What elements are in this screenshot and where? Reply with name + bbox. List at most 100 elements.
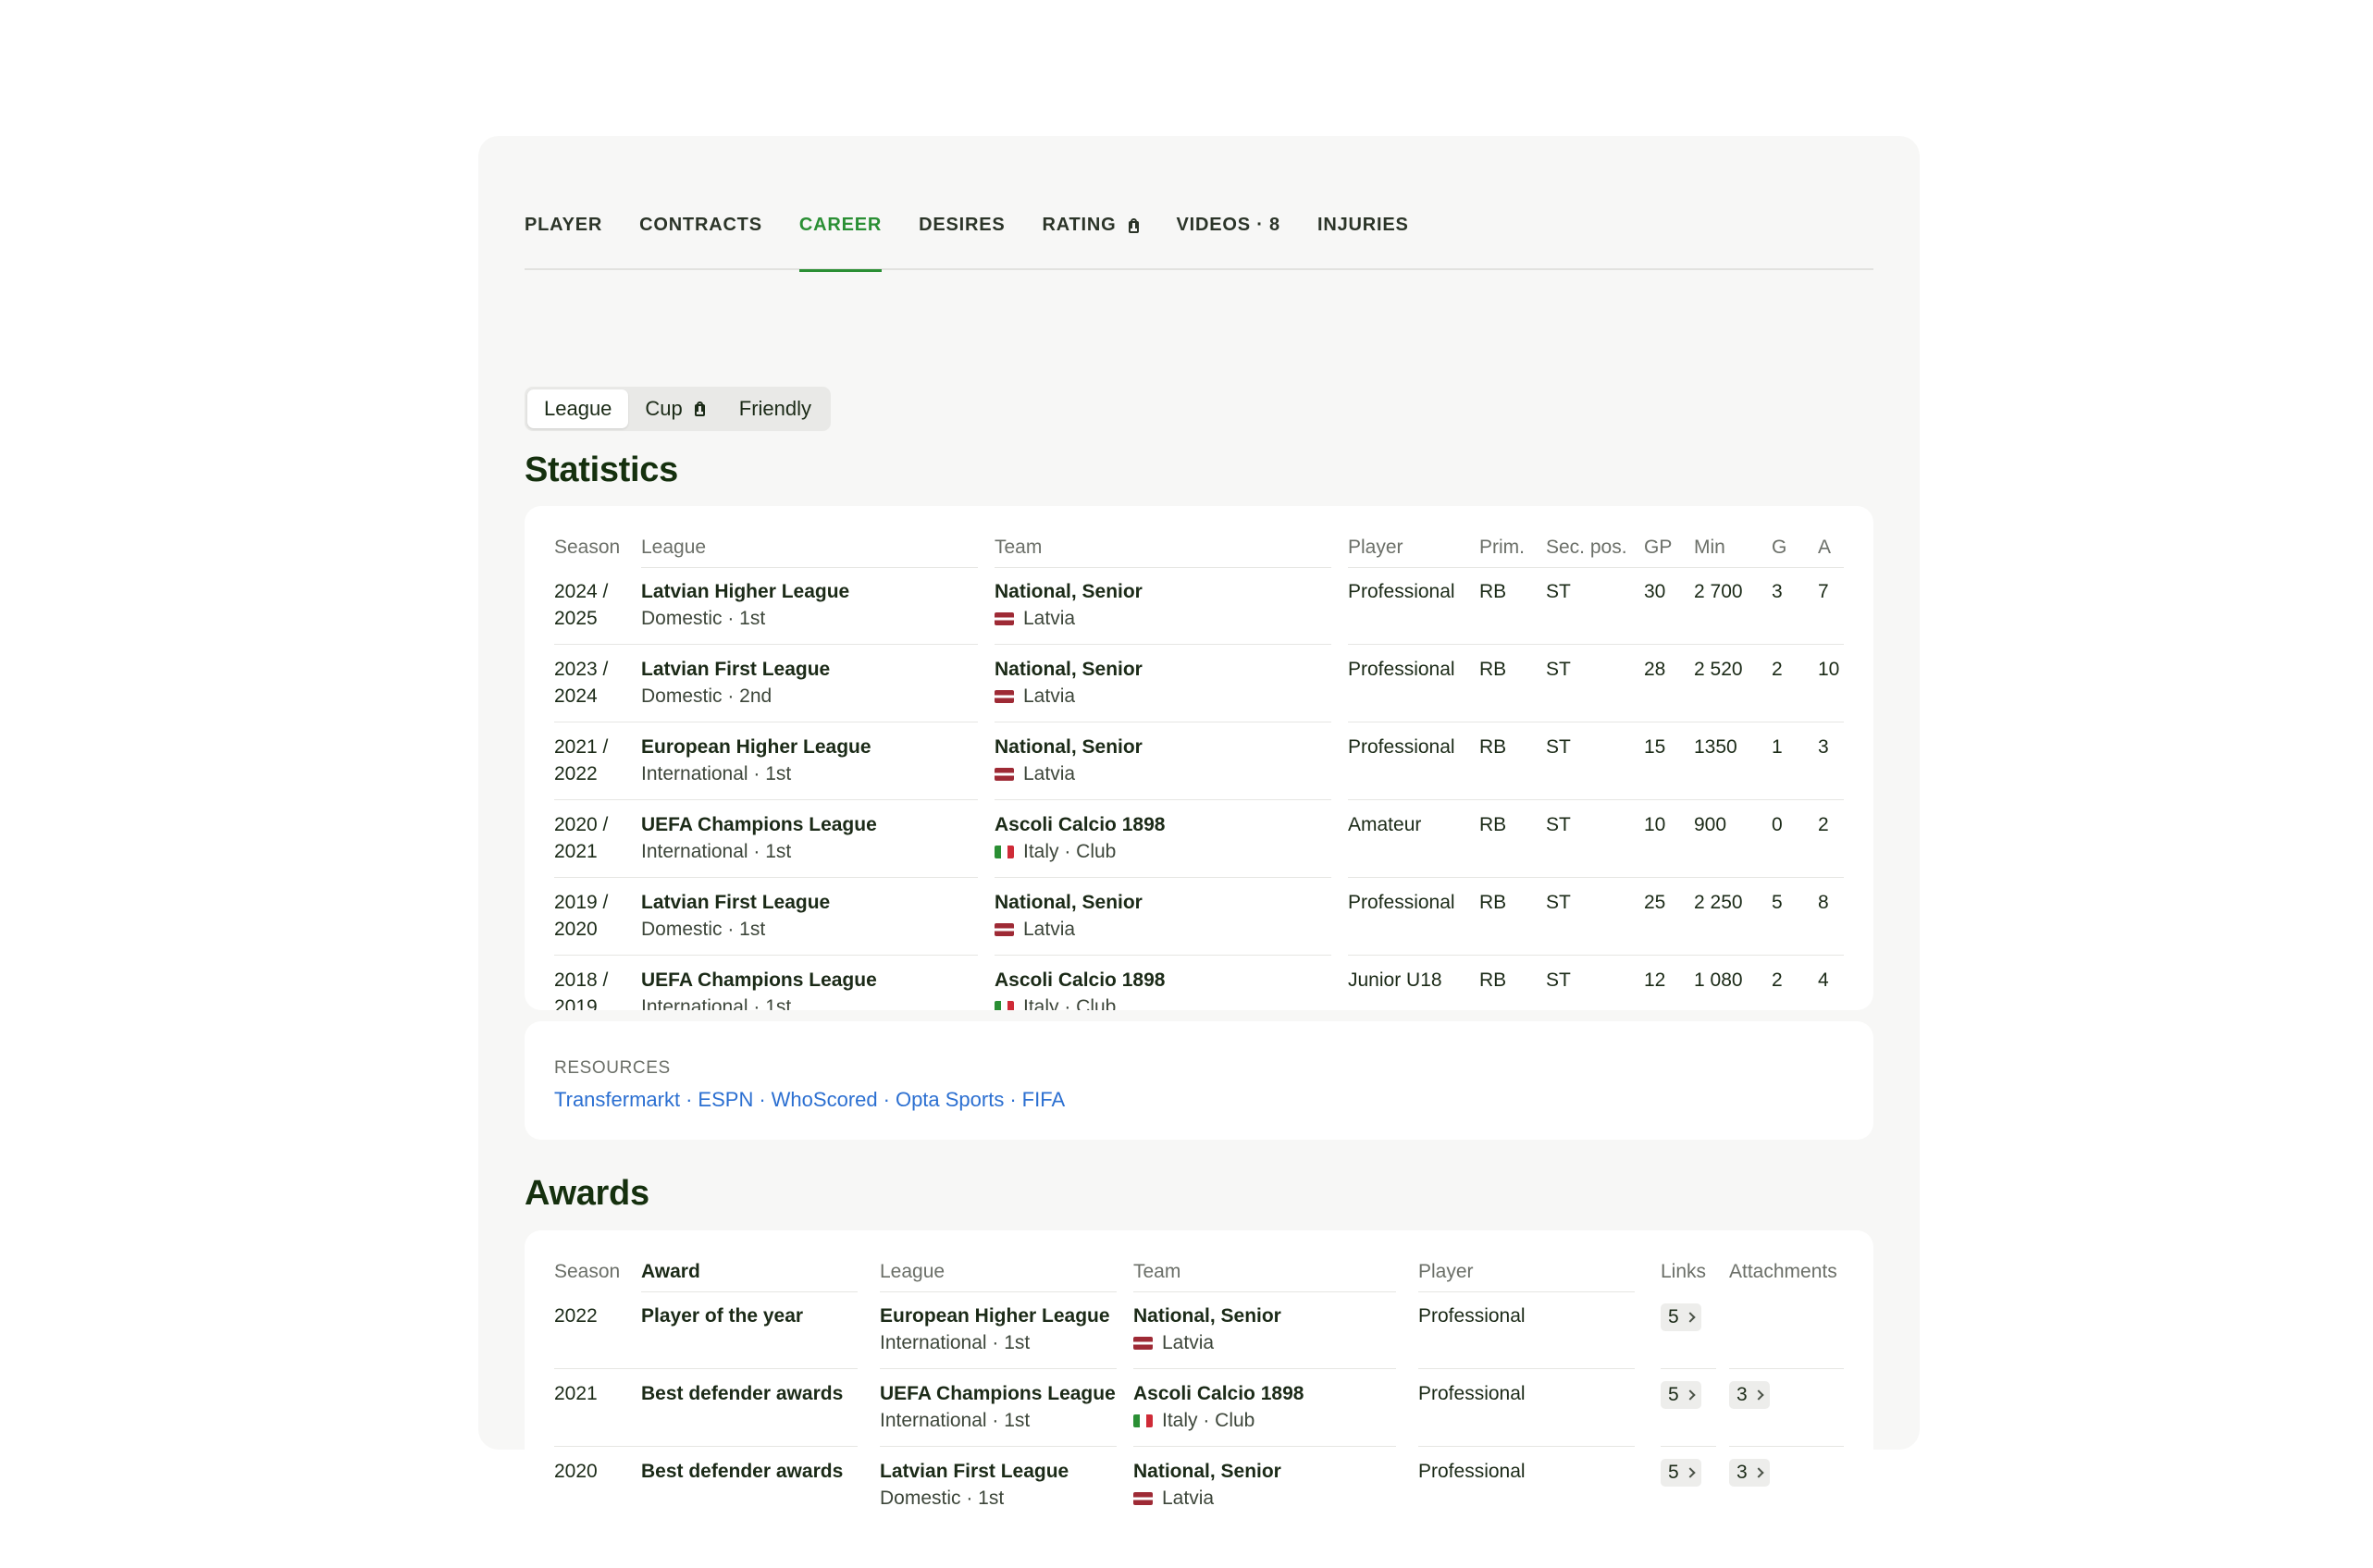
team-name: National, Senior: [1133, 1461, 1281, 1482]
league-name: Latvian First League: [880, 1461, 1069, 1482]
tab-contracts[interactable]: CONTRACTS: [639, 180, 762, 270]
column-header-g: G: [1772, 537, 1787, 558]
links-count-button[interactable]: 5: [1661, 1459, 1701, 1487]
team-country: Latvia: [995, 916, 1075, 943]
latvia-flag-icon: [1133, 1492, 1153, 1505]
row-divider: [554, 877, 978, 878]
latvia-flag-icon: [1133, 1337, 1153, 1350]
statistics-heading: Statistics: [525, 451, 678, 489]
header-divider: [995, 567, 1331, 568]
row-divider: [554, 799, 978, 800]
resources-links: Transfermarkt · ESPN · WhoScored · Opta Sports…: [554, 1088, 1065, 1112]
season-start: 2018 /: [554, 969, 609, 991]
links-count-button[interactable]: 5: [1661, 1381, 1701, 1409]
team-country-label: Italy · Club: [1023, 996, 1117, 1010]
attachments-count-button[interactable]: 3: [1729, 1381, 1770, 1409]
resource-link-fifa[interactable]: FIFA: [1022, 1088, 1065, 1111]
attachments-count-button[interactable]: 3: [1729, 1459, 1770, 1487]
tab-videos[interactable]: VIDEOS · 8: [1177, 180, 1280, 270]
row-divider: [995, 644, 1331, 645]
career-card: PLAYER CONTRACTS CAREER DESIRES RATING V…: [478, 136, 1920, 1540]
column-header-league: League: [641, 537, 707, 558]
games-played: 15: [1644, 736, 1666, 758]
season-end: 2024: [554, 685, 598, 707]
primary-position: RB: [1479, 969, 1507, 991]
header-divider: [641, 567, 978, 568]
secondary-position: ST: [1546, 892, 1571, 913]
tab-bar: PLAYER CONTRACTS CAREER DESIRES RATING V…: [525, 180, 1873, 272]
league-name: UEFA Champions League: [880, 1383, 1116, 1404]
segment-cup[interactable]: Cup: [628, 389, 722, 428]
segment-friendly[interactable]: Friendly: [723, 389, 828, 428]
assists: 10: [1818, 659, 1840, 680]
competition-segmented-control: League Cup Friendly: [525, 387, 832, 431]
tab-desires[interactable]: DESIRES: [919, 180, 1005, 270]
resource-link-opta-sports[interactable]: Opta Sports: [896, 1088, 1004, 1111]
award-season: 2020: [554, 1461, 598, 1482]
tab-player[interactable]: PLAYER: [525, 180, 602, 270]
league-level: Domestic · 2nd: [641, 685, 772, 707]
row-divider: [554, 1368, 858, 1369]
chevron-right-icon: [1753, 1389, 1764, 1401]
season-end: 2021: [554, 841, 598, 862]
column-header-player: Player: [1348, 537, 1403, 558]
season-end: 2019: [554, 996, 598, 1010]
team-name: National, Senior: [995, 736, 1143, 758]
goals: 2: [1772, 659, 1783, 680]
segment-label: League: [544, 397, 612, 420]
league-level: International · 1st: [641, 996, 792, 1010]
assists: 4: [1818, 969, 1829, 991]
player-level: Professional: [1418, 1461, 1526, 1482]
header-divider: [880, 1291, 1117, 1292]
segment-league[interactable]: League: [527, 389, 629, 428]
chevron-right-icon: [1753, 1467, 1764, 1478]
goals: 0: [1772, 814, 1783, 835]
resource-link-transfermarkt[interactable]: Transfermarkt: [554, 1088, 680, 1111]
goals: 5: [1772, 892, 1783, 913]
links-count-button[interactable]: 5: [1661, 1303, 1701, 1331]
player-level: Professional: [1418, 1383, 1526, 1404]
team-country: Latvia: [1133, 1329, 1214, 1356]
column-header-sec: Sec. pos.: [1546, 537, 1627, 558]
games-played: 28: [1644, 659, 1666, 680]
resource-link-espn[interactable]: ESPN: [698, 1088, 753, 1111]
award-season: 2021: [554, 1383, 598, 1404]
tab-label: VIDEOS · 8: [1176, 215, 1280, 235]
team-name: National, Senior: [995, 581, 1143, 602]
games-played: 12: [1644, 969, 1666, 991]
player-level: Amateur: [1348, 814, 1422, 835]
column-header-season: Season: [554, 1261, 621, 1282]
league-name: UEFA Champions League: [641, 969, 877, 991]
row-divider: [554, 1446, 858, 1447]
team-country: Latvia: [995, 605, 1075, 632]
team-country-label: Italy · Club: [1162, 1410, 1255, 1431]
season-start: 2021 /: [554, 736, 609, 758]
column-header-player: Player: [1418, 1261, 1474, 1282]
season-end: 2022: [554, 763, 598, 784]
resource-link-whoscored[interactable]: WhoScored: [772, 1088, 878, 1111]
link-separator: ·: [1009, 1088, 1017, 1111]
awards-heading: Awards: [525, 1174, 649, 1213]
team-name: National, Senior: [1133, 1305, 1281, 1327]
tab-career[interactable]: CAREER: [798, 180, 883, 272]
tab-rating[interactable]: RATING: [1043, 180, 1140, 270]
league-level: Domestic · 1st: [880, 1488, 1005, 1509]
league-level: International · 1st: [880, 1410, 1031, 1431]
statistics-table: Season League Team Player Prim. Sec. pos. GP Mi…: [525, 506, 1873, 1010]
minutes: 2 700: [1694, 581, 1743, 602]
header-divider: [1348, 567, 1844, 568]
team-country-label: Latvia: [1023, 919, 1076, 940]
tab-label: CONTRACTS: [639, 215, 762, 235]
lock-icon: [1128, 217, 1140, 233]
chevron-right-icon: [1685, 1389, 1696, 1401]
minutes: 2 250: [1694, 892, 1743, 913]
links-count: 5: [1668, 1462, 1679, 1483]
row-divider: [1348, 877, 1844, 878]
team-country: Latvia: [995, 760, 1075, 787]
primary-position: RB: [1479, 892, 1507, 913]
season-start: 2024 /: [554, 581, 609, 602]
tab-injuries[interactable]: INJURIES: [1317, 180, 1409, 270]
league-name: European Higher League: [880, 1305, 1110, 1327]
team-country: Italy · Club: [995, 838, 1116, 865]
minutes: 1 080: [1694, 969, 1743, 991]
